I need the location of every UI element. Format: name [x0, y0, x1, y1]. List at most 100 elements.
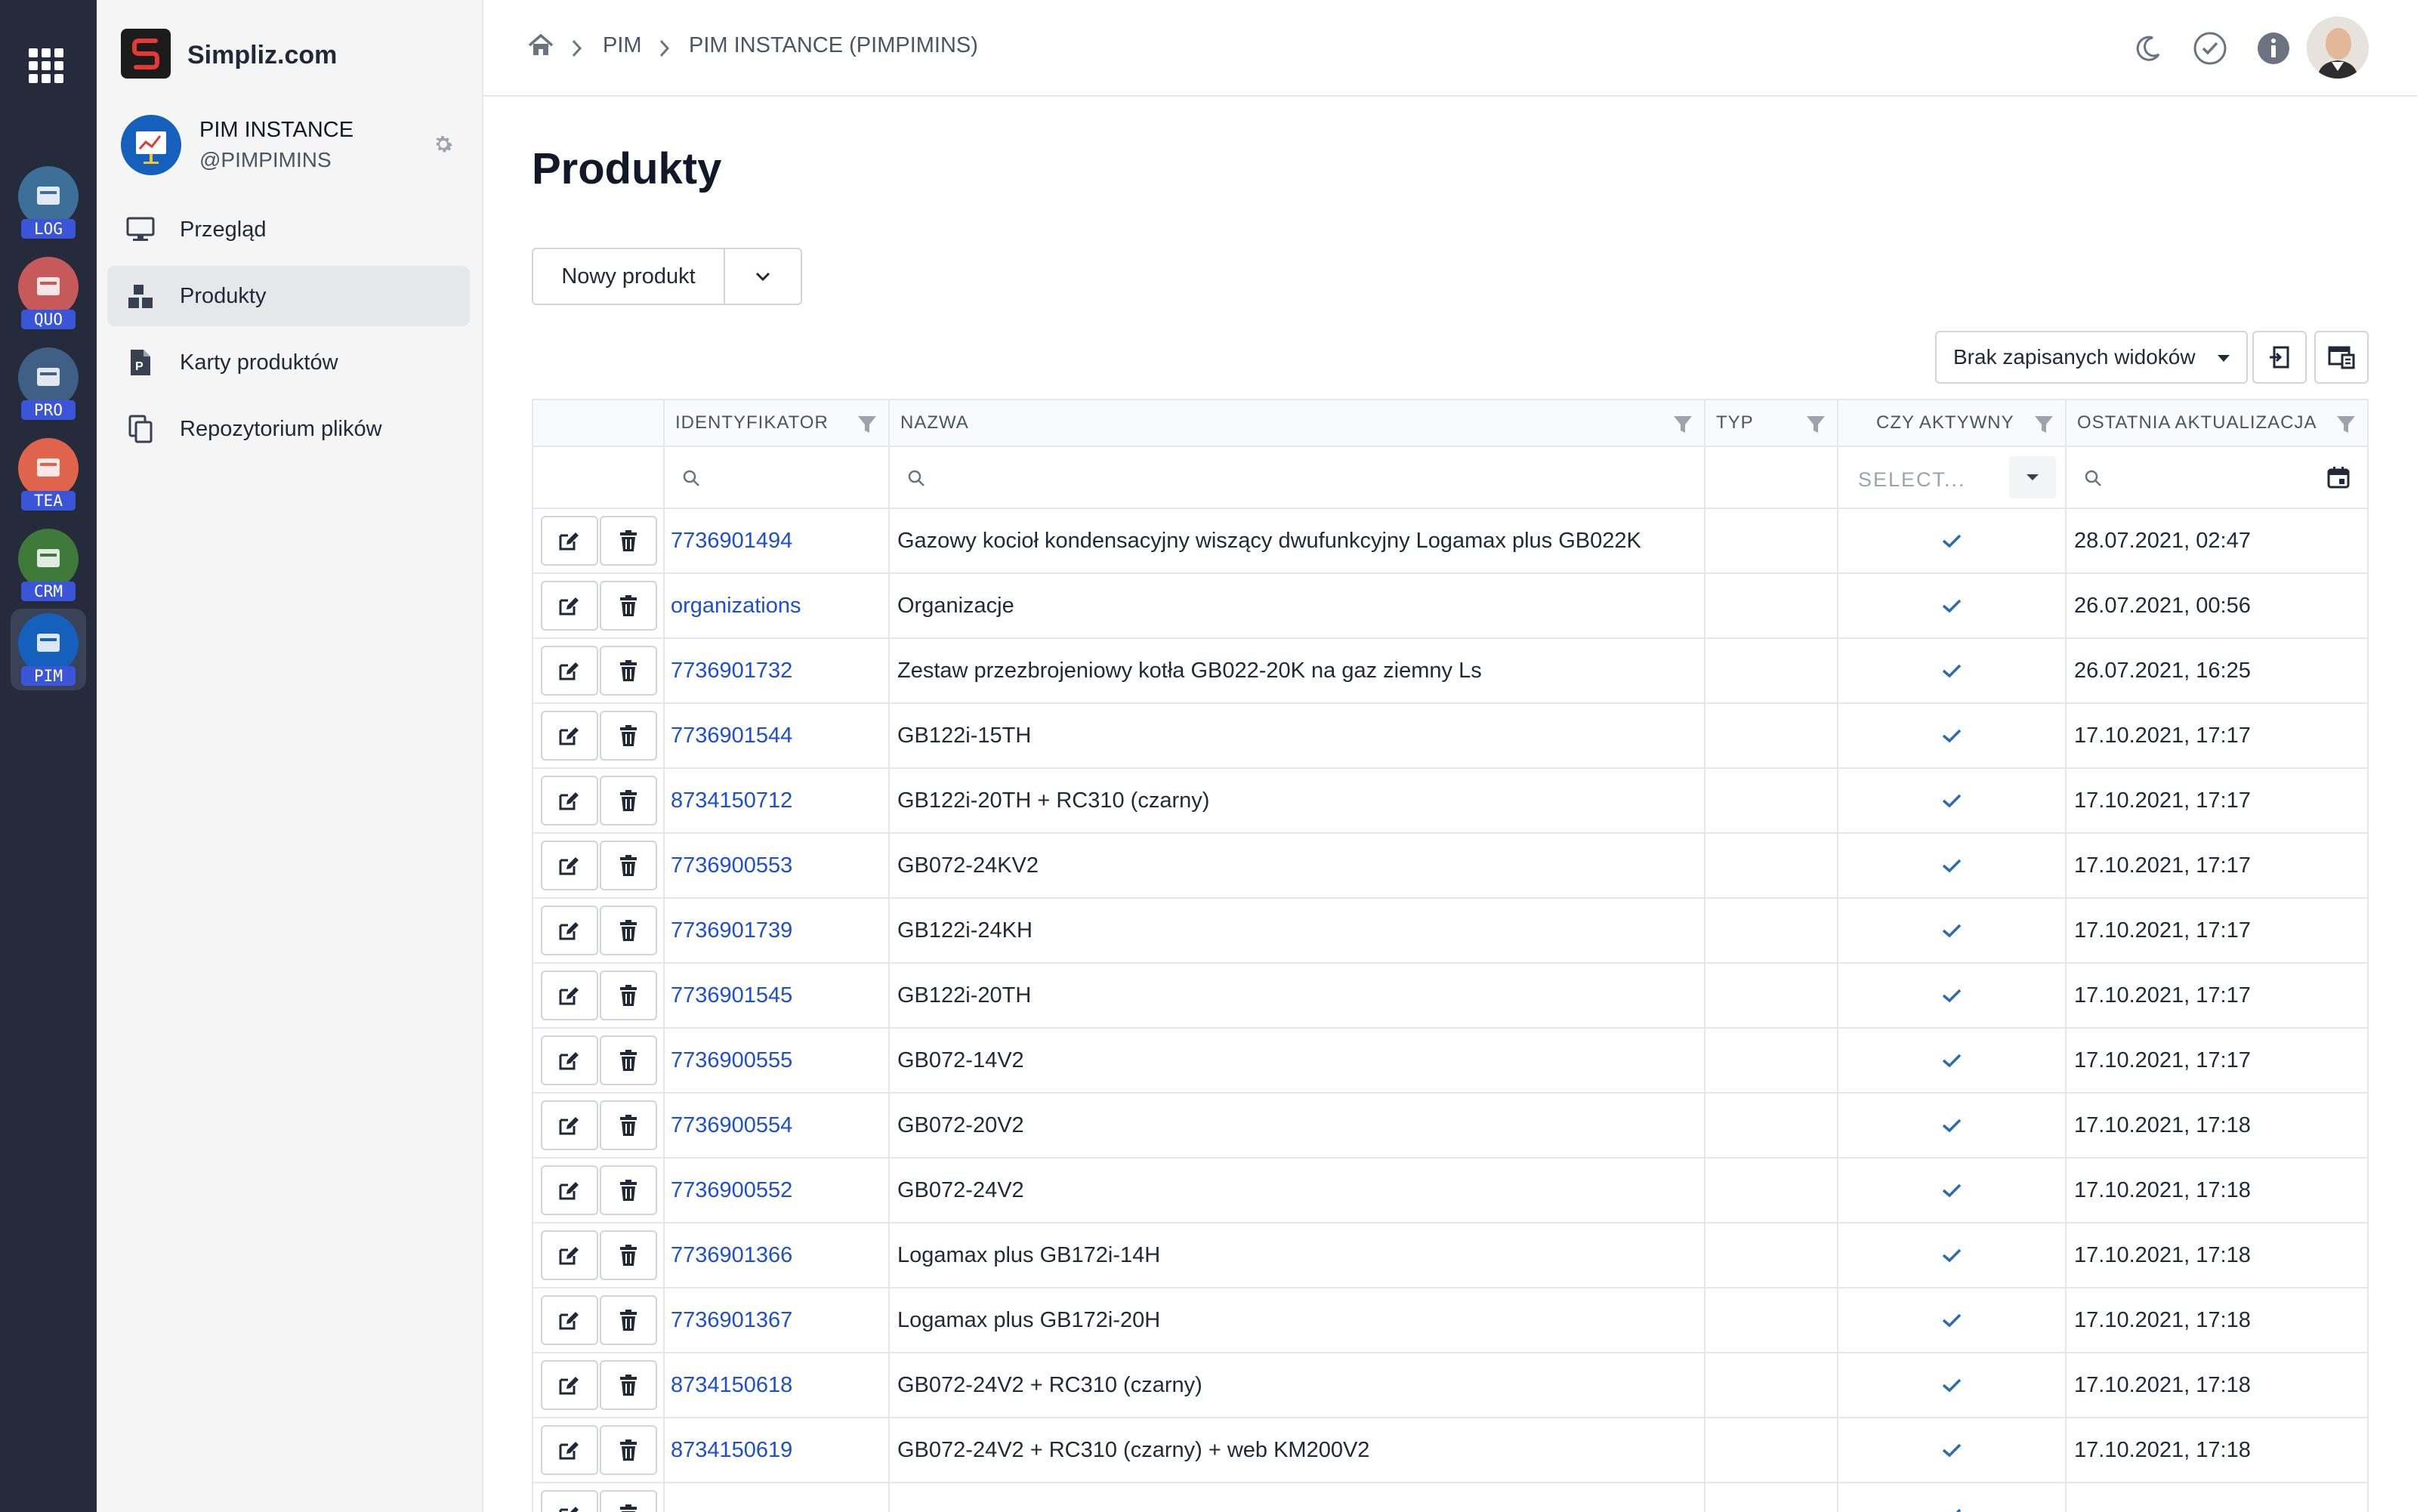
brand-name[interactable]: Simpliz.com [187, 41, 337, 70]
delete-button[interactable] [600, 1490, 657, 1512]
caret-down-icon[interactable] [2009, 456, 2056, 498]
column-header-ostatnia-aktualizacja[interactable]: OSTATNIA AKTUALIZACJA [2067, 400, 2367, 446]
product-id-link[interactable]: 7736900554 [671, 1113, 792, 1138]
filter-icon[interactable] [2335, 414, 2357, 435]
delete-button[interactable] [600, 906, 657, 955]
home-icon[interactable] [526, 30, 562, 66]
product-id-link[interactable]: 8734150712 [671, 788, 792, 813]
product-id-link[interactable]: 7736900552 [671, 1178, 792, 1203]
new-product-button[interactable]: Nowy produkt [532, 248, 725, 305]
apps-grid-icon[interactable] [29, 48, 66, 83]
cell-czy-aktywny [1838, 574, 2067, 637]
edit-button[interactable] [541, 841, 598, 890]
delete-button[interactable] [600, 646, 657, 696]
delete-button[interactable] [600, 1295, 657, 1345]
delete-button[interactable] [600, 841, 657, 890]
product-id-link[interactable]: 7736901494 [671, 529, 792, 554]
calendar-icon[interactable] [2326, 465, 2351, 489]
edit-button[interactable] [541, 1490, 598, 1512]
nav-item-produkty[interactable]: Produkty [107, 266, 470, 326]
edit-button[interactable] [541, 1100, 598, 1150]
app-crm[interactable]: CRM [11, 524, 86, 606]
product-id-link[interactable]: 7736901544 [671, 724, 792, 748]
nav-item-repozytorium-plikow[interactable]: Repozytorium plików [107, 399, 470, 459]
user-avatar[interactable] [2307, 17, 2369, 79]
cell-czy-aktywny [1838, 899, 2067, 962]
edit-button[interactable] [541, 646, 598, 696]
column-header-nazwa[interactable]: NAZWA [890, 400, 1705, 446]
columns-button[interactable] [2314, 331, 2369, 384]
edit-button[interactable] [541, 711, 598, 761]
edit-button[interactable] [541, 1035, 598, 1085]
app-pro[interactable]: PRO [11, 343, 86, 424]
instance-name: PIM INSTANCE [199, 118, 354, 142]
edit-button[interactable] [541, 1360, 598, 1410]
product-id-link[interactable]: organizations [671, 594, 801, 619]
nav-item-przeglad[interactable]: Przegląd [107, 199, 470, 260]
nav-item-karty-produktow[interactable]: P Karty produktów [107, 332, 470, 393]
check-icon [1942, 1183, 1962, 1198]
edit-button[interactable] [541, 970, 598, 1020]
delete-button[interactable] [600, 776, 657, 825]
brand-logo[interactable] [121, 29, 171, 79]
delete-button[interactable] [600, 1100, 657, 1150]
breadcrumb-item-instance[interactable]: PIM INSTANCE (PIMPIMINS) [689, 33, 978, 58]
edit-button[interactable] [541, 1425, 598, 1475]
new-product-dropdown-button[interactable] [724, 248, 802, 305]
product-id-link[interactable]: 7736901366 [671, 1243, 792, 1268]
filter-icon[interactable] [857, 414, 878, 435]
product-id-link[interactable]: 8734150619 [671, 1438, 792, 1463]
edit-button[interactable] [541, 776, 598, 825]
check-circle-icon[interactable] [2192, 30, 2228, 66]
gear-icon[interactable] [431, 131, 456, 157]
column-header-czy-aktywny[interactable]: CZY AKTYWNY [1838, 400, 2067, 446]
column-header-typ[interactable]: TYP [1705, 400, 1838, 446]
edit-button[interactable] [541, 581, 598, 631]
product-id-link[interactable]: 7736901367 [671, 1308, 792, 1333]
dark-mode-icon[interactable] [2130, 30, 2166, 66]
column-header-identyfikator[interactable]: IDENTYFIKATOR [665, 400, 890, 446]
delete-button[interactable] [600, 711, 657, 761]
delete-button[interactable] [600, 970, 657, 1020]
delete-button[interactable] [600, 1035, 657, 1085]
product-id-link[interactable]: 7736901732 [671, 659, 792, 683]
product-updated: 17.10.2021, 17:18 [2074, 1307, 2251, 1332]
app-tea[interactable]: TEA [11, 434, 86, 515]
breadcrumb-item-pim[interactable]: PIM [603, 33, 642, 58]
cell-nazwa: Logamax plus GB172i-14H [890, 1223, 1705, 1287]
cell-ostatnia-aktualizacja: 17.10.2021, 17:17 [2067, 1029, 2367, 1092]
delete-button[interactable] [600, 1165, 657, 1215]
product-id-link[interactable]: 7736901545 [671, 983, 792, 1008]
identyfikator-search-input[interactable] [665, 447, 890, 508]
edit-button[interactable] [541, 1295, 598, 1345]
edit-button[interactable] [541, 906, 598, 955]
product-id-link[interactable]: 8734150618 [671, 1373, 792, 1398]
export-button[interactable] [2252, 331, 2307, 384]
product-id-link[interactable]: 7736900553 [671, 853, 792, 878]
cell-typ [1705, 1483, 1838, 1512]
delete-button[interactable] [600, 581, 657, 631]
delete-button[interactable] [600, 516, 657, 566]
ostatnia-aktualizacja-date-input[interactable] [2067, 447, 2367, 508]
nazwa-search-input[interactable] [890, 447, 1705, 508]
edit-button[interactable] [541, 516, 598, 566]
product-id-link[interactable]: 7736901739 [671, 918, 792, 943]
czy-aktywny-select[interactable]: SELECT... [1838, 447, 2067, 508]
edit-button[interactable] [541, 1230, 598, 1280]
delete-button[interactable] [600, 1425, 657, 1475]
filter-icon[interactable] [1672, 414, 1693, 435]
app-pim[interactable]: PIM [11, 609, 86, 690]
delete-button[interactable] [600, 1360, 657, 1410]
filter-icon[interactable] [1805, 414, 1826, 435]
filter-icon[interactable] [2033, 414, 2054, 435]
app-quo[interactable]: QUO [11, 252, 86, 334]
product-id-link[interactable]: 7736900555 [671, 1048, 792, 1073]
check-icon [1942, 1119, 1962, 1133]
saved-views-select[interactable]: Brak zapisanych widoków [1935, 331, 2248, 384]
app-log[interactable]: LOG [11, 162, 86, 243]
cell-nazwa [890, 1483, 1705, 1512]
delete-button[interactable] [600, 1230, 657, 1280]
cell-ostatnia-aktualizacja: 17.10.2021, 17:18 [2067, 1418, 2367, 1482]
edit-button[interactable] [541, 1165, 598, 1215]
info-icon[interactable] [2255, 30, 2292, 66]
